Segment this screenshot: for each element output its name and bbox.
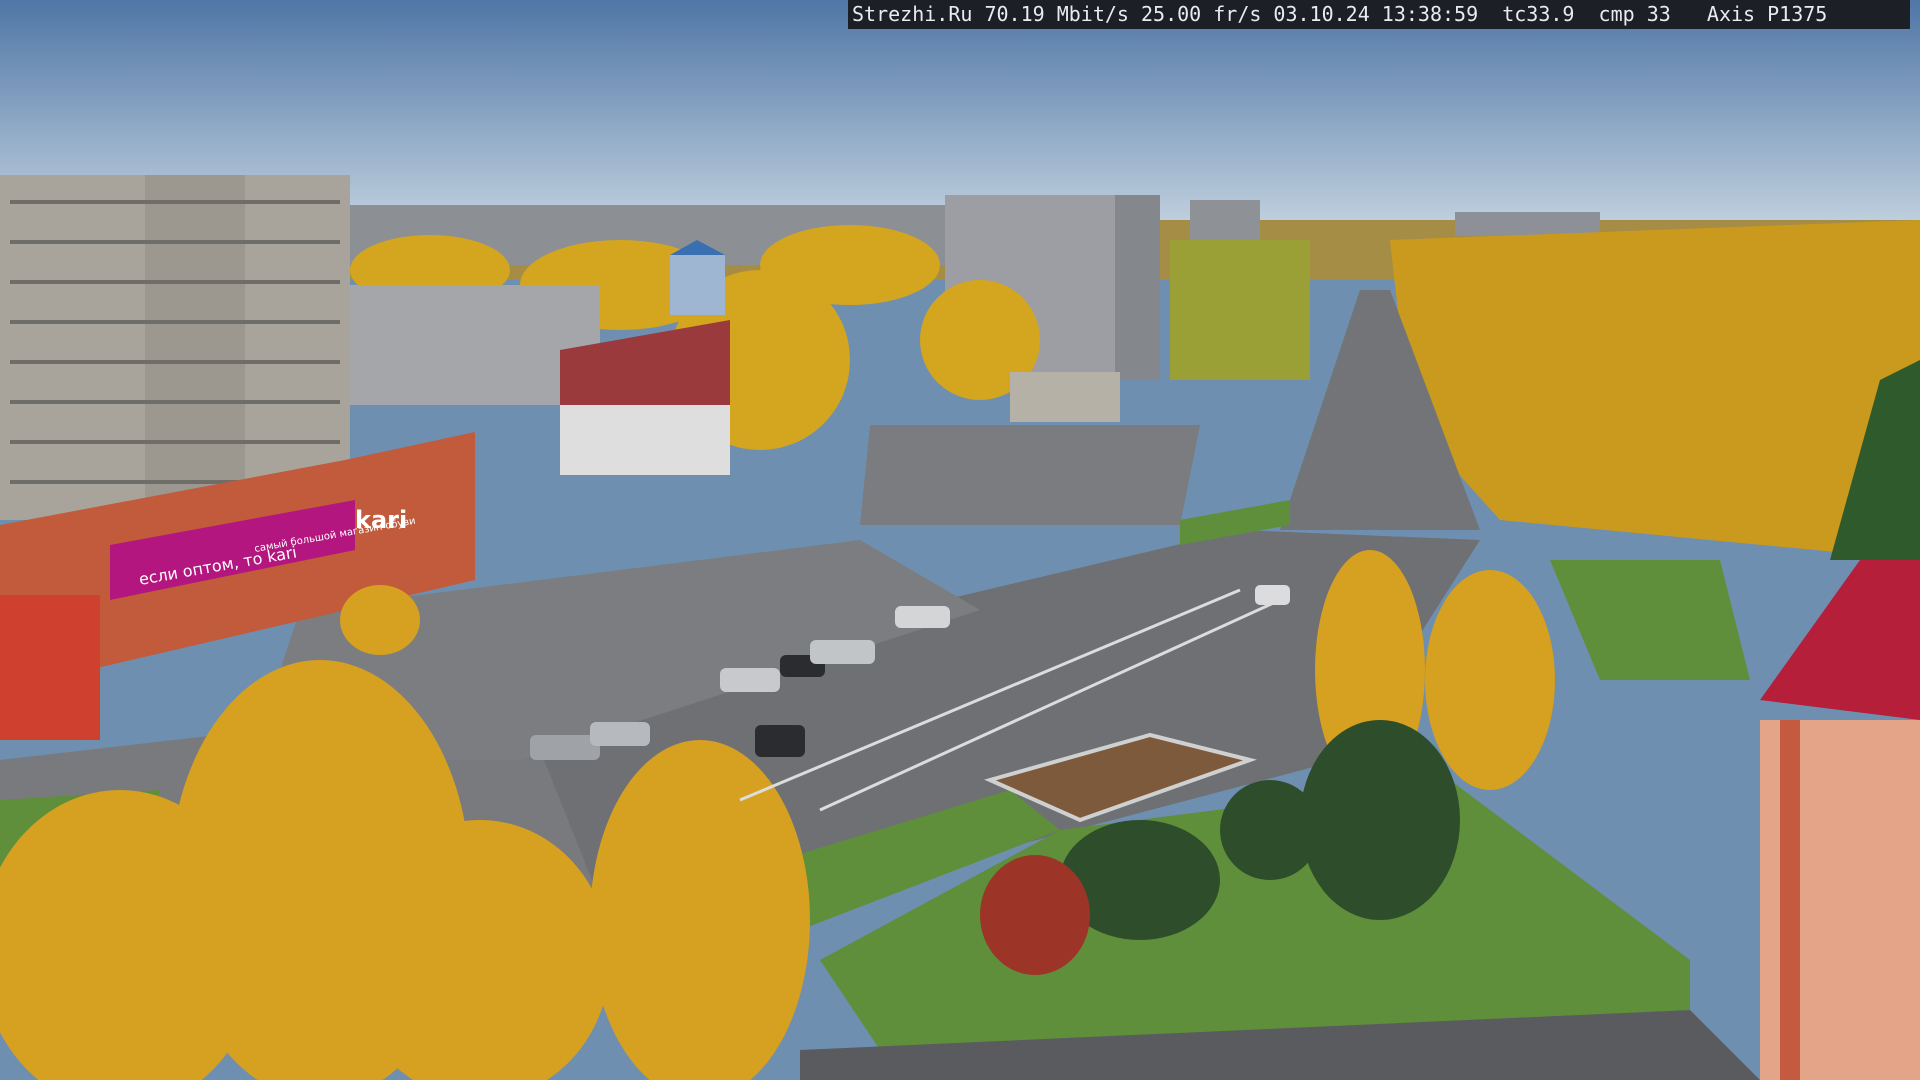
camera-info-overlay: Strezhi.Ru 70.19 Mbit/s 25.00 fr/s 03.10… [848, 0, 1910, 29]
red-bush [980, 855, 1090, 975]
camera-view: kari если оптом, то kari самый большой м… [0, 0, 1920, 1080]
right-corner-building [1760, 560, 1920, 1080]
plaza [860, 425, 1200, 525]
left-apartment-block [0, 175, 350, 520]
city-street-photo: kari если оптом, то kari самый большой м… [0, 0, 1920, 1080]
